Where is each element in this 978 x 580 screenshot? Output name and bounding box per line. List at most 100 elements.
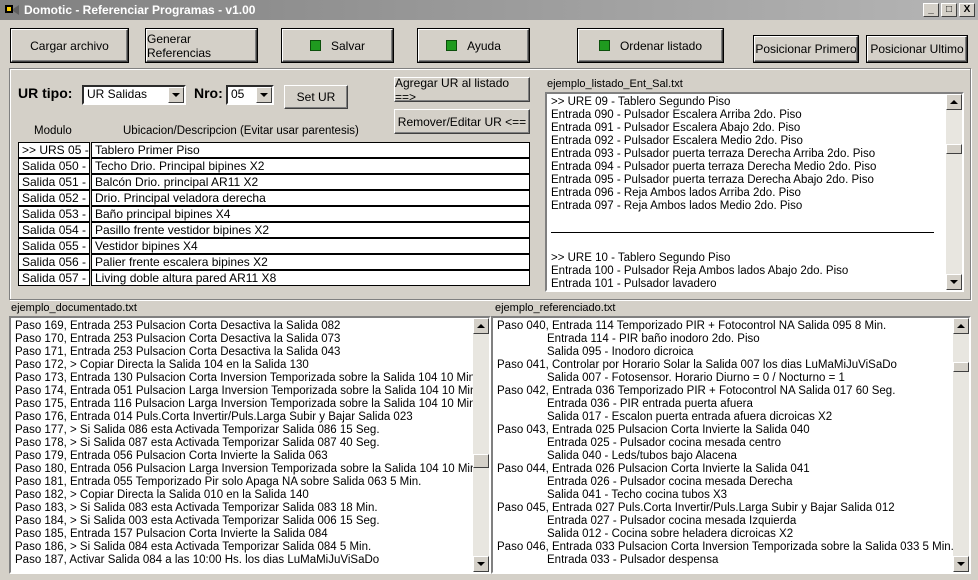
cargar-archivo-button[interactable]: Cargar archivo (11, 29, 128, 62)
ordenar-listado-label: Ordenar listado (619, 38, 703, 53)
scroll-thumb[interactable] (953, 362, 969, 372)
referenciado-line: Paso 041, Controlar por Horario Solar la… (497, 359, 897, 371)
posicionar-primero-label: Posicionar Primero (755, 42, 857, 56)
ur-row-modulo[interactable]: Salida 053 - (18, 206, 90, 222)
ur-row-modulo[interactable]: >> URS 05 - (18, 142, 90, 158)
posicionar-ultimo-button[interactable]: Posicionar Ultimo (867, 36, 967, 62)
documentado-line: Paso 171, Entrada 253 Pulsacion Corta De… (15, 346, 341, 358)
referenciado-line: Salida 040 - Leds/tubos bajo Alacena (547, 450, 737, 462)
documentado-line: Paso 182, > Copiar Directa la Salida 010… (15, 489, 309, 501)
referenciado-line: Paso 042, Entrada 036 Temporizado PIR + … (497, 385, 896, 397)
posicionar-primero-button[interactable]: Posicionar Primero (754, 36, 858, 62)
ur-tipo-select[interactable]: UR Salidas (82, 85, 186, 105)
nro-select[interactable]: 05 (226, 85, 274, 105)
set-ur-button[interactable]: Set UR (284, 85, 348, 109)
documentado-line: Paso 184, > Si Salida 003 esta Activada … (15, 515, 380, 527)
referenciado-line: Salida 095 - Inodoro dicroica (547, 346, 694, 358)
generar-referencias-label: Generar Referencias (147, 31, 212, 60)
listado-line: Entrada 095 - Pulsador puerta terraza De… (551, 174, 874, 186)
column-header-ubicacion: Ubicacion/Descripcion (Evitar usar paren… (123, 125, 359, 137)
referenciado-line: Entrada 036 - PIR entrada puerta afuera (547, 398, 753, 410)
ur-tipo-value: UR Salidas (87, 87, 148, 101)
listado-line: Entrada 091 - Pulsador Escalera Abajo 2d… (551, 122, 801, 134)
close-button[interactable]: X (959, 3, 975, 17)
documentado-line: Paso 176, Entrada 014 Puls.Corta Inverti… (15, 411, 413, 423)
listado-line: Entrada 093 - Pulsador puerta terraza De… (551, 148, 876, 160)
documentado-textbox[interactable]: Paso 169, Entrada 253 Pulsacion Corta De… (9, 316, 491, 574)
salvar-label: Salvar (330, 38, 365, 53)
chevron-down-icon[interactable] (256, 87, 272, 103)
documentado-line: Paso 173, Entrada 130 Pulsacion Corta In… (15, 372, 479, 384)
referenciado-line: Paso 045, Entrada 027 Puls.Corta Inverti… (497, 502, 895, 514)
scroll-thumb[interactable] (946, 144, 962, 154)
scroll-up-icon[interactable] (946, 94, 962, 110)
referenciado-line: Paso 046, Entrada 033 Pulsacion Corta In… (497, 541, 954, 553)
ur-row-modulo[interactable]: Salida 050 - (18, 158, 90, 174)
scroll-thumb[interactable] (473, 454, 489, 468)
remover-ur-button[interactable]: Remover/Editar UR <== (394, 109, 530, 134)
ur-row-descripcion[interactable]: Balcón Drio. principal AR11 X2 (91, 174, 530, 190)
listado-title: ejemplo_listado_Ent_Sal.txt (547, 78, 683, 90)
scroll-down-icon[interactable] (473, 556, 489, 572)
title-bar: Domotic - Referenciar Programas - v1.00 … (0, 0, 978, 20)
listado-line: Entrada 096 - Reja Ambos lados Arriba 2d… (551, 187, 801, 199)
agregar-ur-button[interactable]: Agregar UR al listado ==> (394, 76, 530, 104)
documentado-line: Paso 175, Entrada 116 Pulsacion Larga In… (15, 398, 479, 410)
minimize-button[interactable]: _ (923, 3, 939, 17)
ur-row-modulo[interactable]: Salida 055 - (18, 238, 90, 254)
column-header-modulo: Modulo (34, 125, 72, 137)
ayuda-button[interactable]: Ayuda (418, 29, 529, 62)
referenciado-line: Paso 040, Entrada 114 Temporizado PIR + … (497, 320, 887, 332)
listado-line: Entrada 094 - Pulsador puerta terraza De… (551, 161, 877, 173)
ur-row-modulo[interactable]: Salida 052 - (18, 190, 90, 206)
scroll-up-icon[interactable] (953, 318, 969, 334)
documentado-title: ejemplo_documentado.txt (11, 302, 137, 314)
referenciado-scrollbar[interactable] (953, 318, 969, 572)
documentado-line: Paso 172, > Copiar Directa la Salida 104… (15, 359, 309, 371)
listado-line: Entrada 100 - Pulsador Reja Ambos lados … (551, 265, 849, 277)
ur-row-descripcion[interactable]: Living doble altura pared AR11 X8 (91, 270, 530, 286)
ur-tipo-label: UR tipo: (18, 85, 73, 101)
ur-row-descripcion[interactable]: Tablero Primer Piso (91, 142, 530, 158)
chevron-down-icon[interactable] (168, 87, 184, 103)
ur-row-modulo[interactable]: Salida 051 - (18, 174, 90, 190)
referenciado-line: Salida 041 - Techo cocina tubos X3 (547, 489, 728, 501)
scroll-down-icon[interactable] (946, 274, 962, 290)
documentado-line: Paso 181, Entrada 055 Temporizado Pir so… (15, 476, 422, 488)
referenciado-line: Entrada 033 - Pulsador despensa (547, 554, 719, 566)
listado-line: >> URE 09 - Tablero Segundo Piso (551, 96, 731, 108)
documentado-scrollbar[interactable] (473, 318, 489, 572)
listado-scrollbar[interactable] (946, 94, 962, 290)
listado-line: Entrada 101 - Pulsador lavadero (551, 278, 717, 290)
listado-line: Entrada 102 - Pulsador Drio. huéspedes m… (551, 291, 942, 292)
ur-row-descripcion[interactable]: Drio. Principal veladora derecha (91, 190, 530, 206)
remover-ur-label: Remover/Editar UR <== (397, 114, 527, 129)
ur-row-descripcion[interactable]: Techo Drio. Principal bipines X2 (91, 158, 530, 174)
ur-row-descripcion[interactable]: Vestidor bipines X4 (91, 238, 530, 254)
ur-row-descripcion[interactable]: Pasillo frente vestidor bipines X2 (91, 222, 530, 238)
documentado-line: Paso 186, > Si Salida 084 esta Activada … (15, 541, 372, 553)
documentado-line: Paso 174, Entrada 051 Pulsacion Larga In… (15, 385, 480, 397)
documentado-line: Paso 180, Entrada 056 Pulsacion Larga In… (15, 463, 480, 475)
ur-row-modulo[interactable]: Salida 057 - (18, 270, 90, 286)
referenciado-textbox[interactable]: Paso 040, Entrada 114 Temporizado PIR + … (491, 316, 971, 574)
scroll-up-icon[interactable] (473, 318, 489, 334)
referenciado-line: Entrada 114 - PIR baño inodoro 2do. Piso (547, 333, 760, 345)
listado-line: Entrada 090 - Pulsador Escalera Arriba 2… (551, 109, 802, 121)
nro-value: 05 (231, 87, 245, 101)
referenciado-line: Paso 044, Entrada 026 Pulsacion Corta In… (497, 463, 810, 475)
salvar-button[interactable]: Salvar (282, 29, 393, 62)
cargar-archivo-label: Cargar archivo (30, 38, 109, 53)
listado-textbox[interactable]: >> URE 09 - Tablero Segundo Piso Entrada … (545, 92, 964, 292)
ur-row-descripcion[interactable]: Palier frente escalera bipines X2 (91, 254, 530, 270)
scroll-down-icon[interactable] (953, 556, 969, 572)
ur-row-modulo[interactable]: Salida 054 - (18, 222, 90, 238)
listado-line: Entrada 097 - Reja Ambos lados Medio 2do… (551, 200, 803, 212)
generar-referencias-button[interactable]: Generar Referencias (146, 29, 257, 62)
ur-row-descripcion[interactable]: Baño principal bipines X4 (91, 206, 530, 222)
listado-lines: >> URE 09 - Tablero Segundo Piso Entrada … (551, 96, 942, 292)
listado-line (551, 239, 942, 252)
ur-row-modulo[interactable]: Salida 056 - (18, 254, 90, 270)
ordenar-listado-button[interactable]: Ordenar listado (578, 29, 723, 62)
maximize-button[interactable]: □ (941, 3, 957, 17)
